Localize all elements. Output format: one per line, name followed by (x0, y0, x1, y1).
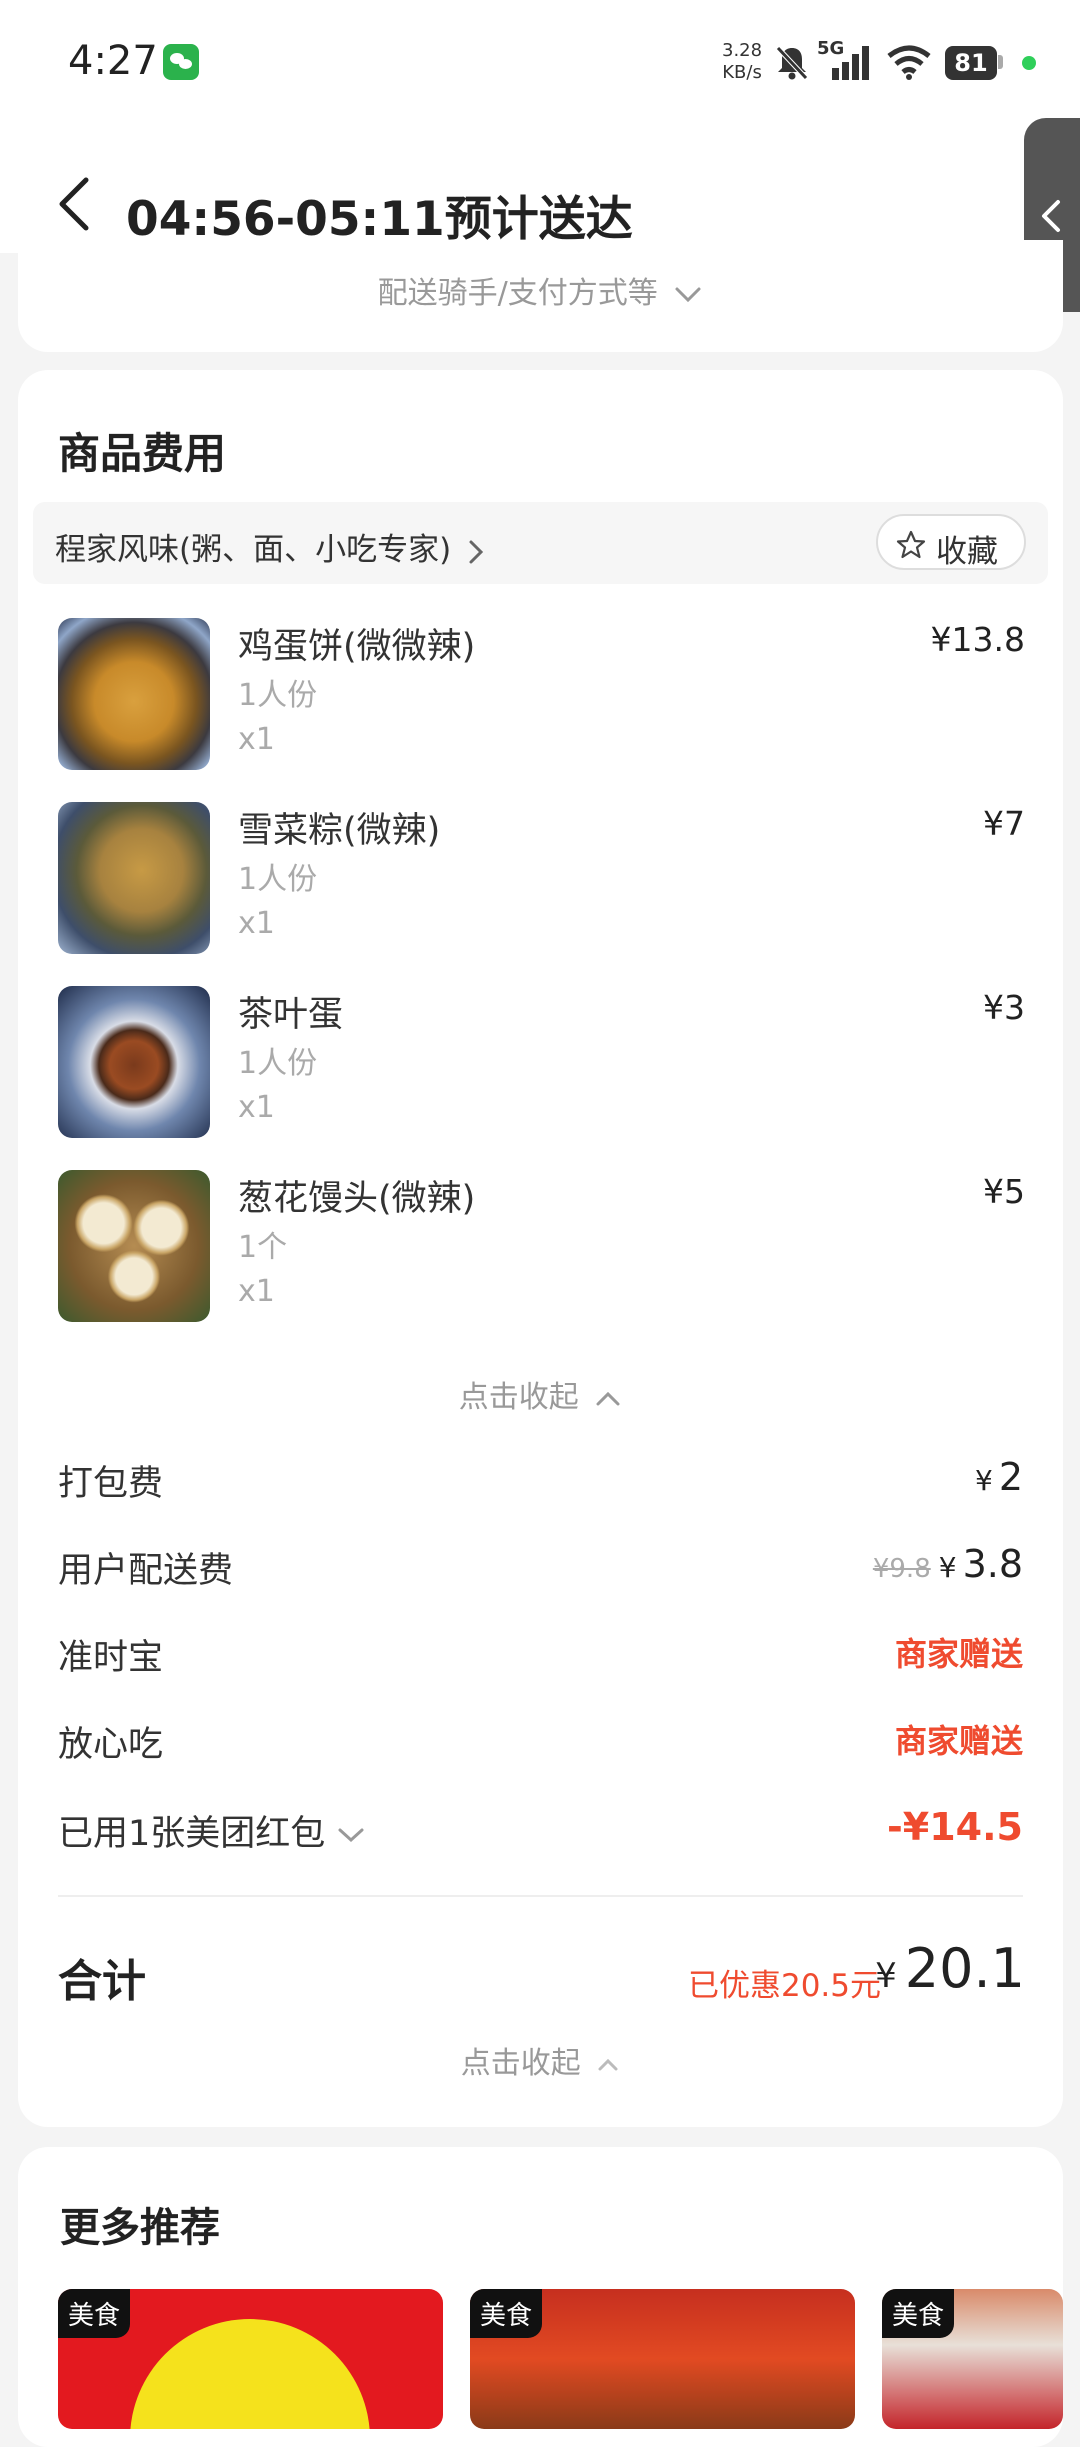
on-time-row: 准时宝 商家赠送 (58, 1629, 1023, 1689)
fee-value: ¥2 (974, 1455, 1023, 1499)
order-item: 茶叶蛋 1人份 x1 ¥3 (18, 986, 1063, 1156)
chevron-up-icon (598, 2058, 618, 2070)
delivery-details-link[interactable]: 配送骑手/支付方式等 (18, 268, 1063, 312)
wechat-icon (163, 44, 199, 80)
favorite-button[interactable]: 收藏 (876, 514, 1026, 570)
recommendations-card: 更多推荐 美食 美食 美食 (18, 2147, 1063, 2447)
order-item: 葱花馒头(微辣) 1个 x1 ¥5 (18, 1170, 1063, 1340)
category-tag: 美食 (882, 2289, 955, 2338)
item-name: 茶叶蛋 (238, 995, 344, 1035)
fee-value: 商家赠送 (894, 1722, 1023, 1760)
category-tag: 美食 (58, 2289, 131, 2338)
wifi-icon (887, 45, 931, 80)
recommendation-card[interactable]: 美食 (882, 2289, 1063, 2429)
red-packet-row[interactable]: 已用1张美团红包 -¥14.5 (58, 1805, 1023, 1865)
item-quantity: x1 (238, 1274, 275, 1309)
order-item: 雪菜粽(微辣) 1人份 x1 ¥7 (18, 802, 1063, 972)
delivery-fee-row: 用户配送费 ¥9.8 ¥3.8 (58, 1542, 1023, 1602)
item-name: 雪菜粽(微辣) (238, 811, 441, 851)
original-price: ¥9.8 (872, 1554, 931, 1584)
item-spec: 1人份 (238, 1046, 318, 1081)
item-image (58, 986, 210, 1138)
chevron-down-icon (675, 287, 701, 302)
category-tag: 美食 (470, 2289, 543, 2338)
signal-icon (832, 46, 869, 80)
chevron-left-icon (1042, 200, 1060, 232)
fee-label: 放心吃 (58, 1725, 164, 1765)
restaurant-logo (130, 2319, 370, 2429)
item-quantity: x1 (238, 906, 275, 941)
status-time: 4:27 (68, 38, 158, 84)
item-spec: 1人份 (238, 862, 318, 897)
item-quantity: x1 (238, 722, 275, 757)
fee-value: -¥14.5 (887, 1805, 1023, 1849)
collapse-fees-button[interactable]: 点击收起 (18, 2038, 1063, 2082)
red-packet-label[interactable]: 已用1张美团红包 (58, 1805, 366, 1856)
packing-fee-row: 打包费 ¥2 (58, 1455, 1023, 1515)
mute-icon (776, 46, 808, 80)
chevron-right-icon (469, 540, 484, 563)
collapse-items-button[interactable]: 点击收起 (18, 1372, 1063, 1416)
item-spec: 1人份 (238, 678, 318, 713)
saved-amount: 已优惠20.5元 (687, 1968, 881, 2004)
divider (58, 1895, 1023, 1897)
total-label: 合计 (58, 1956, 146, 2007)
total-amount: ¥20.1 (875, 1937, 1025, 2000)
net-speed: 3.28 KB/s (722, 40, 763, 83)
status-bar: 4:27 3.28 KB/s 5G 81 (0, 0, 1080, 128)
section-title: 更多推荐 (60, 2205, 220, 2251)
chevron-up-icon (596, 1391, 620, 1405)
fee-label: 打包费 (58, 1464, 164, 1504)
item-spec: 1个 (238, 1230, 288, 1265)
fee-label: 用户配送费 (58, 1551, 234, 1591)
header: 04:56-05:11预计送达 (0, 128, 1080, 253)
section-title: 商品费用 (58, 429, 227, 478)
page-title: 04:56-05:11预计送达 (126, 192, 633, 247)
item-price: ¥7 (983, 804, 1025, 843)
fees-card: 商品费用 程家风味(粥、面、小吃专家) 收藏 鸡蛋饼(微微辣) 1人份 x1 ¥… (18, 370, 1063, 2127)
item-image (58, 618, 210, 770)
item-price: ¥5 (983, 1172, 1025, 1211)
order-item: 鸡蛋饼(微微辣) 1人份 x1 ¥13.8 (18, 618, 1063, 788)
item-price: ¥3 (983, 988, 1025, 1027)
shop-bar: 程家风味(粥、面、小吃专家) 收藏 (33, 502, 1048, 584)
item-name: 葱花馒头(微辣) (238, 1179, 476, 1219)
shop-name-link[interactable]: 程家风味(粥、面、小吃专家) (55, 524, 485, 569)
privacy-dot (1022, 56, 1036, 70)
item-name: 鸡蛋饼(微微辣) (238, 627, 476, 667)
item-quantity: x1 (238, 1090, 275, 1125)
battery-tip (998, 55, 1003, 69)
battery-indicator: 81 (945, 46, 997, 80)
fee-value: 商家赠送 (894, 1635, 1023, 1673)
recommendation-card[interactable]: 美食 (58, 2289, 443, 2429)
back-arrow-icon[interactable] (56, 176, 92, 232)
fee-value: ¥9.8 ¥3.8 (872, 1542, 1023, 1586)
fee-label: 准时宝 (58, 1638, 164, 1678)
delivery-card: 配送骑手/支付方式等 (18, 240, 1063, 352)
item-image (58, 802, 210, 954)
item-image (58, 1170, 210, 1322)
chevron-down-icon (338, 1828, 364, 1843)
item-price: ¥13.8 (930, 620, 1025, 659)
recommendation-card[interactable]: 美食 (470, 2289, 855, 2429)
star-icon (896, 530, 926, 559)
worry-free-row: 放心吃 商家赠送 (58, 1716, 1023, 1776)
